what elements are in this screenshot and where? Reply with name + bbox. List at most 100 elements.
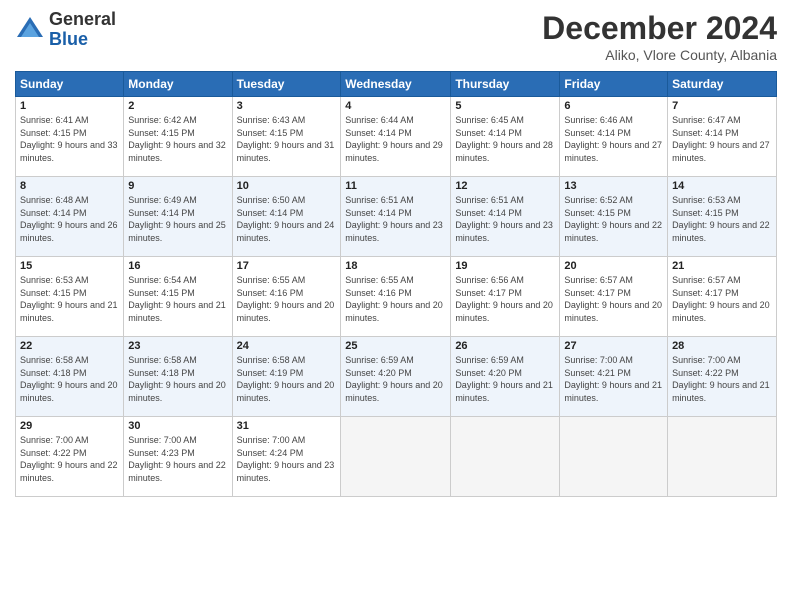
calendar-cell: 15Sunrise: 6:53 AM Sunset: 4:15 PM Dayli… — [16, 257, 124, 337]
weekday-header-row: SundayMondayTuesdayWednesdayThursdayFrid… — [16, 72, 777, 97]
day-info: Sunrise: 6:51 AM Sunset: 4:14 PM Dayligh… — [345, 194, 446, 244]
day-number: 27 — [564, 340, 663, 352]
day-info: Sunrise: 6:55 AM Sunset: 4:16 PM Dayligh… — [345, 274, 446, 324]
day-info: Sunrise: 7:00 AM Sunset: 4:21 PM Dayligh… — [564, 354, 663, 404]
day-info: Sunrise: 7:00 AM Sunset: 4:23 PM Dayligh… — [128, 434, 227, 484]
header: General Blue December 2024 Aliko, Vlore … — [15, 10, 777, 63]
calendar-cell: 18 Sunrise: 6:55 AM Sunset: 4:16 PM Dayli… — [341, 257, 451, 337]
calendar-cell: 27 Sunrise: 7:00 AM Sunset: 4:21 PM Dayli… — [560, 337, 668, 417]
weekday-header-sunday: Sunday — [16, 72, 124, 97]
calendar-cell: 29 Sunrise: 7:00 AM Sunset: 4:22 PM Dayli… — [16, 417, 124, 497]
day-info: Sunrise: 6:54 AM Sunset: 4:15 PM Dayligh… — [128, 274, 227, 324]
calendar-cell: 4 Sunrise: 6:44 AM Sunset: 4:14 PM Daylig… — [341, 97, 451, 177]
weekday-header-friday: Friday — [560, 72, 668, 97]
day-info: Sunrise: 6:55 AM Sunset: 4:16 PM Dayligh… — [237, 274, 337, 324]
day-number: 4 — [345, 100, 446, 112]
day-info: Sunrise: 6:59 AM Sunset: 4:20 PM Dayligh… — [455, 354, 555, 404]
calendar-cell: 5 Sunrise: 6:45 AM Sunset: 4:14 PM Daylig… — [451, 97, 560, 177]
day-number: 18 — [345, 260, 446, 272]
page: General Blue December 2024 Aliko, Vlore … — [0, 0, 792, 612]
day-info: Sunrise: 7:00 AM Sunset: 4:22 PM Dayligh… — [672, 354, 772, 404]
week-row-3: 15Sunrise: 6:53 AM Sunset: 4:15 PM Dayli… — [16, 257, 777, 337]
day-info: Sunrise: 6:41 AM Sunset: 4:15 PM Dayligh… — [20, 114, 119, 164]
calendar-cell: 26 Sunrise: 6:59 AM Sunset: 4:20 PM Dayli… — [451, 337, 560, 417]
calendar-cell: 3Sunrise: 6:43 AM Sunset: 4:15 PM Daylig… — [232, 97, 341, 177]
calendar-table: SundayMondayTuesdayWednesdayThursdayFrid… — [15, 71, 777, 497]
day-info: Sunrise: 6:46 AM Sunset: 4:14 PM Dayligh… — [564, 114, 663, 164]
day-number: 30 — [128, 420, 227, 432]
logo-text: General Blue — [49, 10, 116, 50]
day-number: 21 — [672, 260, 772, 272]
day-number: 8 — [20, 180, 119, 192]
calendar-cell — [560, 417, 668, 497]
day-info: Sunrise: 7:00 AM Sunset: 4:22 PM Dayligh… — [20, 434, 119, 484]
day-number: 13 — [564, 180, 663, 192]
calendar-cell: 12 Sunrise: 6:51 AM Sunset: 4:14 PM Dayli… — [451, 177, 560, 257]
day-number: 2 — [128, 100, 227, 112]
week-row-1: 1Sunrise: 6:41 AM Sunset: 4:15 PM Daylig… — [16, 97, 777, 177]
weekday-header-tuesday: Tuesday — [232, 72, 341, 97]
day-info: Sunrise: 6:59 AM Sunset: 4:20 PM Dayligh… — [345, 354, 446, 404]
day-info: Sunrise: 6:52 AM Sunset: 4:15 PM Dayligh… — [564, 194, 663, 244]
calendar-cell: 1Sunrise: 6:41 AM Sunset: 4:15 PM Daylig… — [16, 97, 124, 177]
day-number: 16 — [128, 260, 227, 272]
day-number: 24 — [237, 340, 337, 352]
day-number: 26 — [455, 340, 555, 352]
title-block: December 2024 Aliko, Vlore County, Alban… — [542, 10, 777, 63]
day-info: Sunrise: 6:44 AM Sunset: 4:14 PM Dayligh… — [345, 114, 446, 164]
calendar-cell: 11 Sunrise: 6:51 AM Sunset: 4:14 PM Dayli… — [341, 177, 451, 257]
day-info: Sunrise: 6:56 AM Sunset: 4:17 PM Dayligh… — [455, 274, 555, 324]
calendar-cell: 16 Sunrise: 6:54 AM Sunset: 4:15 PM Dayli… — [124, 257, 232, 337]
calendar-cell: 17 Sunrise: 6:55 AM Sunset: 4:16 PM Dayli… — [232, 257, 341, 337]
day-info: Sunrise: 6:53 AM Sunset: 4:15 PM Dayligh… — [672, 194, 772, 244]
day-info: Sunrise: 6:51 AM Sunset: 4:14 PM Dayligh… — [455, 194, 555, 244]
day-info: Sunrise: 6:47 AM Sunset: 4:14 PM Dayligh… — [672, 114, 772, 164]
weekday-header-wednesday: Wednesday — [341, 72, 451, 97]
calendar-cell: 2 Sunrise: 6:42 AM Sunset: 4:15 PM Daylig… — [124, 97, 232, 177]
calendar-cell: 14Sunrise: 6:53 AM Sunset: 4:15 PM Dayli… — [668, 177, 777, 257]
day-number: 15 — [20, 260, 119, 272]
calendar-cell: 31Sunrise: 7:00 AM Sunset: 4:24 PM Dayli… — [232, 417, 341, 497]
day-info: Sunrise: 6:48 AM Sunset: 4:14 PM Dayligh… — [20, 194, 119, 244]
day-number: 28 — [672, 340, 772, 352]
calendar-cell: 7Sunrise: 6:47 AM Sunset: 4:14 PM Daylig… — [668, 97, 777, 177]
calendar-cell: 22Sunrise: 6:58 AM Sunset: 4:18 PM Dayli… — [16, 337, 124, 417]
day-number: 12 — [455, 180, 555, 192]
weekday-header-monday: Monday — [124, 72, 232, 97]
day-number: 6 — [564, 100, 663, 112]
calendar-cell: 24 Sunrise: 6:58 AM Sunset: 4:19 PM Dayli… — [232, 337, 341, 417]
logo: General Blue — [15, 10, 116, 50]
day-number: 10 — [237, 180, 337, 192]
calendar-cell: 28 Sunrise: 7:00 AM Sunset: 4:22 PM Dayli… — [668, 337, 777, 417]
calendar-cell: 6 Sunrise: 6:46 AM Sunset: 4:14 PM Daylig… — [560, 97, 668, 177]
logo-icon — [15, 15, 45, 45]
day-info: Sunrise: 6:57 AM Sunset: 4:17 PM Dayligh… — [564, 274, 663, 324]
day-info: Sunrise: 6:50 AM Sunset: 4:14 PM Dayligh… — [237, 194, 337, 244]
day-number: 17 — [237, 260, 337, 272]
day-info: Sunrise: 6:58 AM Sunset: 4:18 PM Dayligh… — [128, 354, 227, 404]
day-number: 29 — [20, 420, 119, 432]
day-number: 5 — [455, 100, 555, 112]
calendar-cell: 20Sunrise: 6:57 AM Sunset: 4:17 PM Dayli… — [560, 257, 668, 337]
day-number: 11 — [345, 180, 446, 192]
day-info: Sunrise: 6:57 AM Sunset: 4:17 PM Dayligh… — [672, 274, 772, 324]
week-row-5: 29 Sunrise: 7:00 AM Sunset: 4:22 PM Dayli… — [16, 417, 777, 497]
weekday-header-saturday: Saturday — [668, 72, 777, 97]
calendar-cell: 21 Sunrise: 6:57 AM Sunset: 4:17 PM Dayli… — [668, 257, 777, 337]
day-info: Sunrise: 6:45 AM Sunset: 4:14 PM Dayligh… — [455, 114, 555, 164]
day-info: Sunrise: 6:58 AM Sunset: 4:19 PM Dayligh… — [237, 354, 337, 404]
day-info: Sunrise: 6:42 AM Sunset: 4:15 PM Dayligh… — [128, 114, 227, 164]
calendar-cell: 25 Sunrise: 6:59 AM Sunset: 4:20 PM Dayli… — [341, 337, 451, 417]
location: Aliko, Vlore County, Albania — [542, 47, 777, 63]
calendar-cell: 30 Sunrise: 7:00 AM Sunset: 4:23 PM Dayli… — [124, 417, 232, 497]
weekday-header-thursday: Thursday — [451, 72, 560, 97]
week-row-2: 8 Sunrise: 6:48 AM Sunset: 4:14 PM Daylig… — [16, 177, 777, 257]
week-row-4: 22Sunrise: 6:58 AM Sunset: 4:18 PM Dayli… — [16, 337, 777, 417]
month-title: December 2024 — [542, 10, 777, 47]
day-number: 25 — [345, 340, 446, 352]
calendar-cell: 9Sunrise: 6:49 AM Sunset: 4:14 PM Daylig… — [124, 177, 232, 257]
calendar-cell: 10 Sunrise: 6:50 AM Sunset: 4:14 PM Dayli… — [232, 177, 341, 257]
calendar-cell: 8 Sunrise: 6:48 AM Sunset: 4:14 PM Daylig… — [16, 177, 124, 257]
day-number: 23 — [128, 340, 227, 352]
calendar-cell: 23 Sunrise: 6:58 AM Sunset: 4:18 PM Dayli… — [124, 337, 232, 417]
